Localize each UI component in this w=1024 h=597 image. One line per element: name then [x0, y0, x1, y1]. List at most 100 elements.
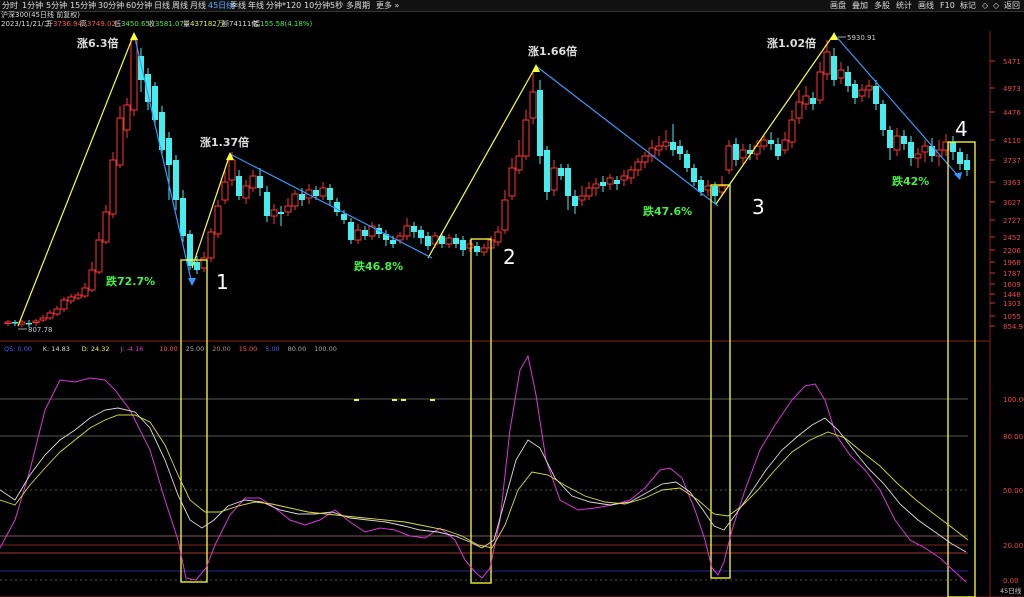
candle-body	[908, 142, 914, 158]
candle-body	[606, 177, 614, 185]
fall-trend-line	[833, 33, 961, 179]
candle-body	[614, 180, 620, 184]
candle-body	[887, 130, 893, 148]
price-axis-label: 854.9	[1003, 323, 1023, 331]
candle-body	[494, 231, 502, 243]
price-axis-label: 1448	[1003, 291, 1021, 299]
candle-body	[236, 176, 242, 196]
candle-body	[109, 159, 117, 215]
candle-body	[655, 145, 663, 151]
candle-body	[291, 193, 299, 207]
candle-body	[845, 72, 851, 86]
candle-body	[901, 136, 907, 144]
candle-body	[228, 159, 236, 181]
candle-body	[116, 117, 124, 166]
candle-body	[214, 205, 222, 235]
price-axis-label: 4110	[1003, 137, 1021, 145]
box-number-3: 3	[752, 195, 765, 219]
price-axis-label: 4973	[1003, 85, 1021, 93]
indicator-axis-label: 80.00	[1003, 433, 1023, 441]
candle-body	[362, 230, 368, 236]
candle-body	[893, 135, 901, 151]
candle-body	[313, 190, 319, 196]
fall-trend-line	[229, 153, 433, 259]
candle-body	[677, 146, 683, 154]
candle-body	[634, 161, 642, 171]
price-axis-label: 3363	[1003, 179, 1021, 187]
candle-body	[166, 138, 172, 165]
candle-body	[831, 56, 837, 80]
candle-body	[411, 226, 417, 232]
candle-body	[522, 119, 530, 157]
candle-body	[403, 225, 411, 237]
candle-body	[788, 119, 796, 143]
fall-trend-line	[133, 33, 193, 285]
candle-body	[12, 322, 18, 324]
kline-chart: 5471 4973 4476 4110 3737 3363 3027 2727 2452 2206…	[0, 31, 1024, 597]
candle-body	[544, 150, 550, 192]
candle-body	[565, 168, 571, 196]
indicator-legend-item: 20.00	[212, 345, 231, 353]
candle-body	[299, 194, 305, 200]
price-axis-label: 3737	[1003, 157, 1021, 165]
candle-body	[88, 269, 96, 291]
box-number-2: 2	[503, 245, 516, 269]
box-number-1: 1	[216, 270, 229, 294]
candle-body	[670, 142, 676, 150]
indicator-legend-item: 80.00	[288, 345, 307, 353]
price-axis-label: 2727	[1003, 217, 1021, 225]
indicator-legend-item: J: -4.16	[119, 345, 143, 353]
indicator-legend-item: 15.00	[239, 345, 258, 353]
candle-body	[270, 209, 278, 217]
indicator-axis-label: 50.00	[1003, 487, 1023, 495]
candle-body	[130, 39, 138, 111]
price-axis-label: 1303	[1003, 300, 1021, 308]
candle-body	[858, 89, 866, 97]
trend-annotation-0: 涨6.3倍	[77, 36, 119, 50]
indicator-legend-item: QS: 0.00	[4, 345, 32, 353]
candle-body	[733, 144, 739, 160]
candle-body	[725, 145, 733, 171]
price-axis-label: 2206	[1003, 247, 1021, 255]
candle-body	[173, 160, 179, 200]
indicator-legend-item: K: 14.83	[43, 345, 70, 353]
candle-body	[32, 320, 40, 323]
trend-annotation-4: 涨1.66倍	[528, 44, 577, 58]
candle-body	[242, 185, 250, 199]
candle-body	[620, 175, 628, 181]
candle-body	[480, 247, 488, 253]
price-axis-label: 4476	[1003, 109, 1021, 117]
candle-body	[627, 169, 635, 179]
candle-body	[712, 186, 718, 196]
price-axis-label: 1787	[1003, 270, 1021, 278]
trend-annotation-1: 跌72.7%	[106, 274, 155, 288]
candle-body	[46, 312, 54, 319]
candle-body	[102, 211, 110, 243]
kdj-d-line	[0, 414, 969, 549]
candle-body	[396, 235, 404, 241]
candle-body	[474, 246, 480, 252]
candle-body	[508, 167, 516, 197]
fall-trend-line	[535, 65, 719, 207]
candle-body	[180, 198, 186, 236]
candle-body	[4, 321, 12, 324]
kdj-k-line	[0, 407, 967, 553]
candle-body	[558, 168, 564, 176]
candle-body	[53, 308, 61, 315]
candle-body	[592, 183, 600, 189]
candle-body	[445, 237, 453, 245]
candle-body	[425, 236, 431, 246]
indicator-legend-item: 5.00	[265, 345, 279, 353]
candle-body	[95, 239, 103, 273]
trend-annotation-3: 跌46.8%	[354, 259, 403, 273]
candle-body	[550, 167, 558, 191]
candle-body	[81, 287, 89, 297]
candle-body	[319, 187, 327, 197]
candle-body	[662, 141, 670, 147]
candle-body	[327, 188, 333, 200]
signal-dash	[430, 399, 435, 401]
price-axis-label: 3027	[1003, 199, 1021, 207]
signal-dash	[392, 399, 397, 401]
rise-arrow-head	[830, 32, 838, 40]
candle-body	[795, 101, 803, 119]
